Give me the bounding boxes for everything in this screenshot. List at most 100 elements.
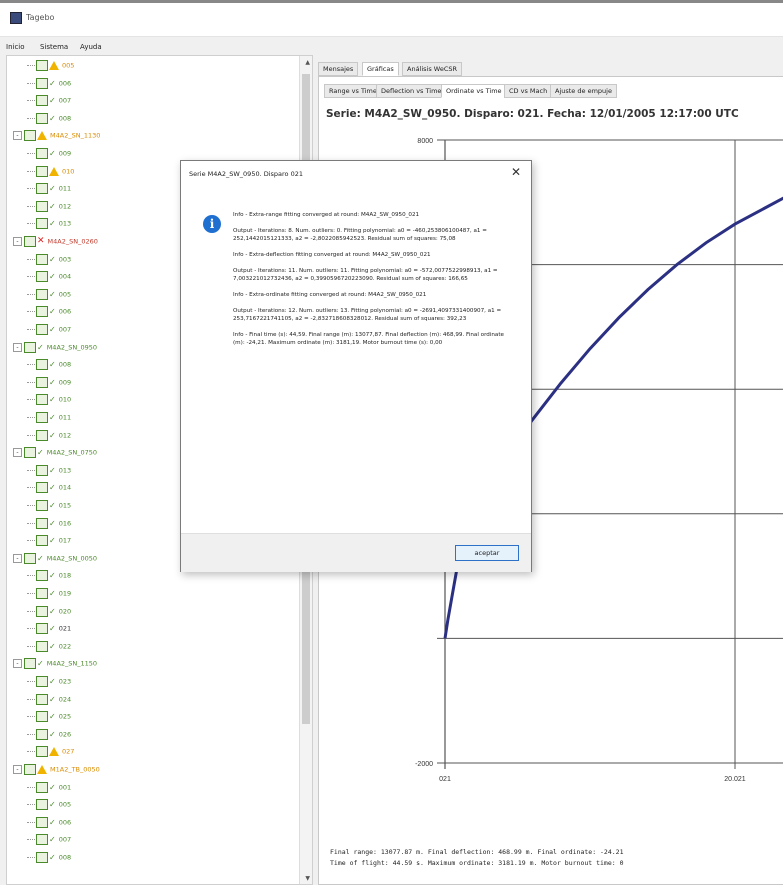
tree-item[interactable]: ✓ 019 bbox=[27, 588, 71, 600]
tree-item[interactable]: 005 bbox=[27, 60, 74, 72]
checkbox-node-icon[interactable] bbox=[36, 412, 48, 423]
tree-item[interactable]: ✓ 009 bbox=[27, 376, 71, 389]
tree-group-item[interactable]: - M4A2_SN_1130 bbox=[13, 130, 100, 142]
checkbox-node-icon[interactable] bbox=[36, 200, 48, 212]
checkbox-node-icon[interactable] bbox=[36, 746, 48, 758]
checkbox-node-icon[interactable] bbox=[36, 711, 48, 723]
checkbox-node-icon[interactable] bbox=[36, 693, 48, 705]
tree-item[interactable]: ✓ 014 bbox=[27, 482, 71, 494]
tree-item[interactable]: ✓ 023 bbox=[27, 676, 71, 688]
checkbox-node-icon[interactable] bbox=[36, 676, 48, 687]
tree-item[interactable]: ✓ 024 bbox=[27, 693, 71, 706]
checkbox-node-icon[interactable] bbox=[36, 306, 48, 318]
tree-item[interactable]: ✓ 009 bbox=[27, 148, 71, 160]
tree-item[interactable]: ✓ 013 bbox=[27, 218, 71, 230]
collapse-icon[interactable]: - bbox=[13, 765, 22, 774]
checkbox-node-icon[interactable] bbox=[24, 341, 36, 353]
tree-item[interactable]: ✓ 013 bbox=[27, 464, 71, 477]
checkbox-node-icon[interactable] bbox=[36, 834, 48, 846]
checkbox-node-icon[interactable] bbox=[36, 781, 48, 793]
tree-item[interactable]: ✓ 007 bbox=[27, 95, 71, 107]
tab-analisis[interactable]: Análisis WeCSR bbox=[402, 62, 463, 76]
checkbox-node-icon[interactable] bbox=[36, 165, 48, 177]
tree-item[interactable]: ✓ 007 bbox=[27, 834, 71, 846]
checkbox-node-icon[interactable] bbox=[24, 236, 36, 247]
tree-item[interactable]: ✓ 011 bbox=[27, 183, 71, 195]
checkbox-node-icon[interactable] bbox=[36, 288, 48, 300]
scroll-up-arrow-icon[interactable]: ▲ bbox=[305, 59, 310, 66]
checkbox-node-icon[interactable] bbox=[36, 482, 48, 494]
checkbox-node-icon[interactable] bbox=[36, 95, 48, 107]
scroll-down-arrow-icon[interactable]: ▼ bbox=[305, 875, 310, 882]
checkbox-node-icon[interactable] bbox=[36, 60, 48, 71]
checkbox-node-icon[interactable] bbox=[36, 640, 48, 652]
tree-item[interactable]: ✓ 006 bbox=[27, 77, 71, 90]
tree-item[interactable]: ✓ 012 bbox=[27, 200, 71, 213]
checkbox-node-icon[interactable] bbox=[36, 394, 48, 406]
tree-item[interactable]: ✓ 006 bbox=[27, 816, 71, 829]
tree-item[interactable]: ✓ 010 bbox=[27, 394, 71, 406]
tree-group-item[interactable]: - M1A2_TB_0050 bbox=[13, 764, 100, 776]
tree-group-item[interactable]: - ✓ M4A2_SN_0950 bbox=[13, 341, 97, 354]
tab-cd-vs-mach[interactable]: CD vs Mach bbox=[504, 84, 553, 98]
tree-item[interactable]: ✓ 015 bbox=[27, 500, 71, 512]
checkbox-node-icon[interactable] bbox=[36, 429, 48, 441]
checkbox-node-icon[interactable] bbox=[36, 464, 48, 476]
collapse-icon[interactable]: - bbox=[13, 448, 22, 458]
tree-group-item[interactable]: - ✕ M4A2_SN_0260 bbox=[13, 236, 98, 248]
tree-group-item[interactable]: - ✓ M4A2_SN_0050 bbox=[13, 552, 97, 565]
tab-deflection-vs-time[interactable]: Deflection vs Time bbox=[376, 84, 447, 98]
checkbox-node-icon[interactable] bbox=[36, 605, 48, 617]
tree-item[interactable]: ✓ 012 bbox=[27, 429, 71, 442]
checkbox-node-icon[interactable] bbox=[24, 552, 36, 564]
collapse-icon[interactable]: - bbox=[13, 342, 22, 352]
checkbox-node-icon[interactable] bbox=[24, 764, 36, 775]
tab-ajuste-empuje[interactable]: Ajuste de empuje bbox=[550, 84, 617, 98]
checkbox-node-icon[interactable] bbox=[36, 816, 48, 828]
tree-item[interactable]: ✓ 022 bbox=[27, 640, 71, 653]
tree-group-item[interactable]: - ✓ M4A2_SN_1150 bbox=[13, 658, 97, 670]
checkbox-node-icon[interactable] bbox=[24, 447, 36, 459]
checkbox-node-icon[interactable] bbox=[36, 623, 48, 635]
close-icon[interactable]: ✕ bbox=[511, 165, 521, 179]
tree-item[interactable]: ✓ 005 bbox=[27, 288, 71, 301]
tree-item[interactable]: 027 bbox=[27, 746, 74, 758]
tree-group-item[interactable]: - ✓ M4A2_SN_0750 bbox=[13, 447, 97, 459]
tree-item[interactable]: ✓ 021 bbox=[27, 623, 71, 635]
checkbox-node-icon[interactable] bbox=[36, 148, 48, 159]
tree-item[interactable]: ✓ 008 bbox=[27, 359, 71, 371]
checkbox-node-icon[interactable] bbox=[36, 376, 48, 388]
tree-item[interactable]: ✓ 025 bbox=[27, 711, 71, 723]
tree-item[interactable]: ✓ 008 bbox=[27, 112, 71, 125]
tree-item[interactable]: ✓ 004 bbox=[27, 271, 71, 283]
checkbox-node-icon[interactable] bbox=[36, 218, 48, 230]
tree-item[interactable]: ✓ 006 bbox=[27, 306, 71, 318]
collapse-icon[interactable]: - bbox=[13, 237, 22, 246]
tree-item[interactable]: ✓ 017 bbox=[27, 535, 71, 547]
collapse-icon[interactable]: - bbox=[13, 659, 22, 669]
checkbox-node-icon[interactable] bbox=[36, 535, 48, 547]
checkbox-node-icon[interactable] bbox=[24, 658, 36, 670]
checkbox-node-icon[interactable] bbox=[24, 130, 36, 142]
menu-ayuda[interactable]: Ayuda bbox=[80, 43, 102, 51]
checkbox-node-icon[interactable] bbox=[36, 852, 48, 863]
tree-item[interactable]: ✓ 011 bbox=[27, 412, 71, 424]
tree-item[interactable]: ✓ 007 bbox=[27, 324, 71, 336]
checkbox-node-icon[interactable] bbox=[36, 183, 48, 195]
checkbox-node-icon[interactable] bbox=[36, 359, 48, 371]
menu-sistema[interactable]: Sistema bbox=[40, 43, 68, 51]
tree-item[interactable]: ✓ 018 bbox=[27, 570, 71, 582]
tree-item[interactable]: ✓ 005 bbox=[27, 799, 71, 811]
menu-inicio[interactable]: Inicio bbox=[6, 43, 25, 51]
checkbox-node-icon[interactable] bbox=[36, 271, 48, 283]
tree-item[interactable]: 010 bbox=[27, 165, 74, 178]
collapse-icon[interactable]: - bbox=[13, 131, 22, 141]
tree-item[interactable]: ✓ 026 bbox=[27, 728, 71, 741]
checkbox-node-icon[interactable] bbox=[36, 253, 48, 265]
checkbox-node-icon[interactable] bbox=[36, 112, 48, 124]
tree-item[interactable]: ✓ 020 bbox=[27, 605, 71, 618]
tree-item[interactable]: ✓ 001 bbox=[27, 781, 71, 794]
tab-range-vs-time[interactable]: Range vs Time bbox=[324, 84, 382, 98]
checkbox-node-icon[interactable] bbox=[36, 799, 48, 811]
tree-item[interactable]: ✓ 008 bbox=[27, 852, 71, 864]
